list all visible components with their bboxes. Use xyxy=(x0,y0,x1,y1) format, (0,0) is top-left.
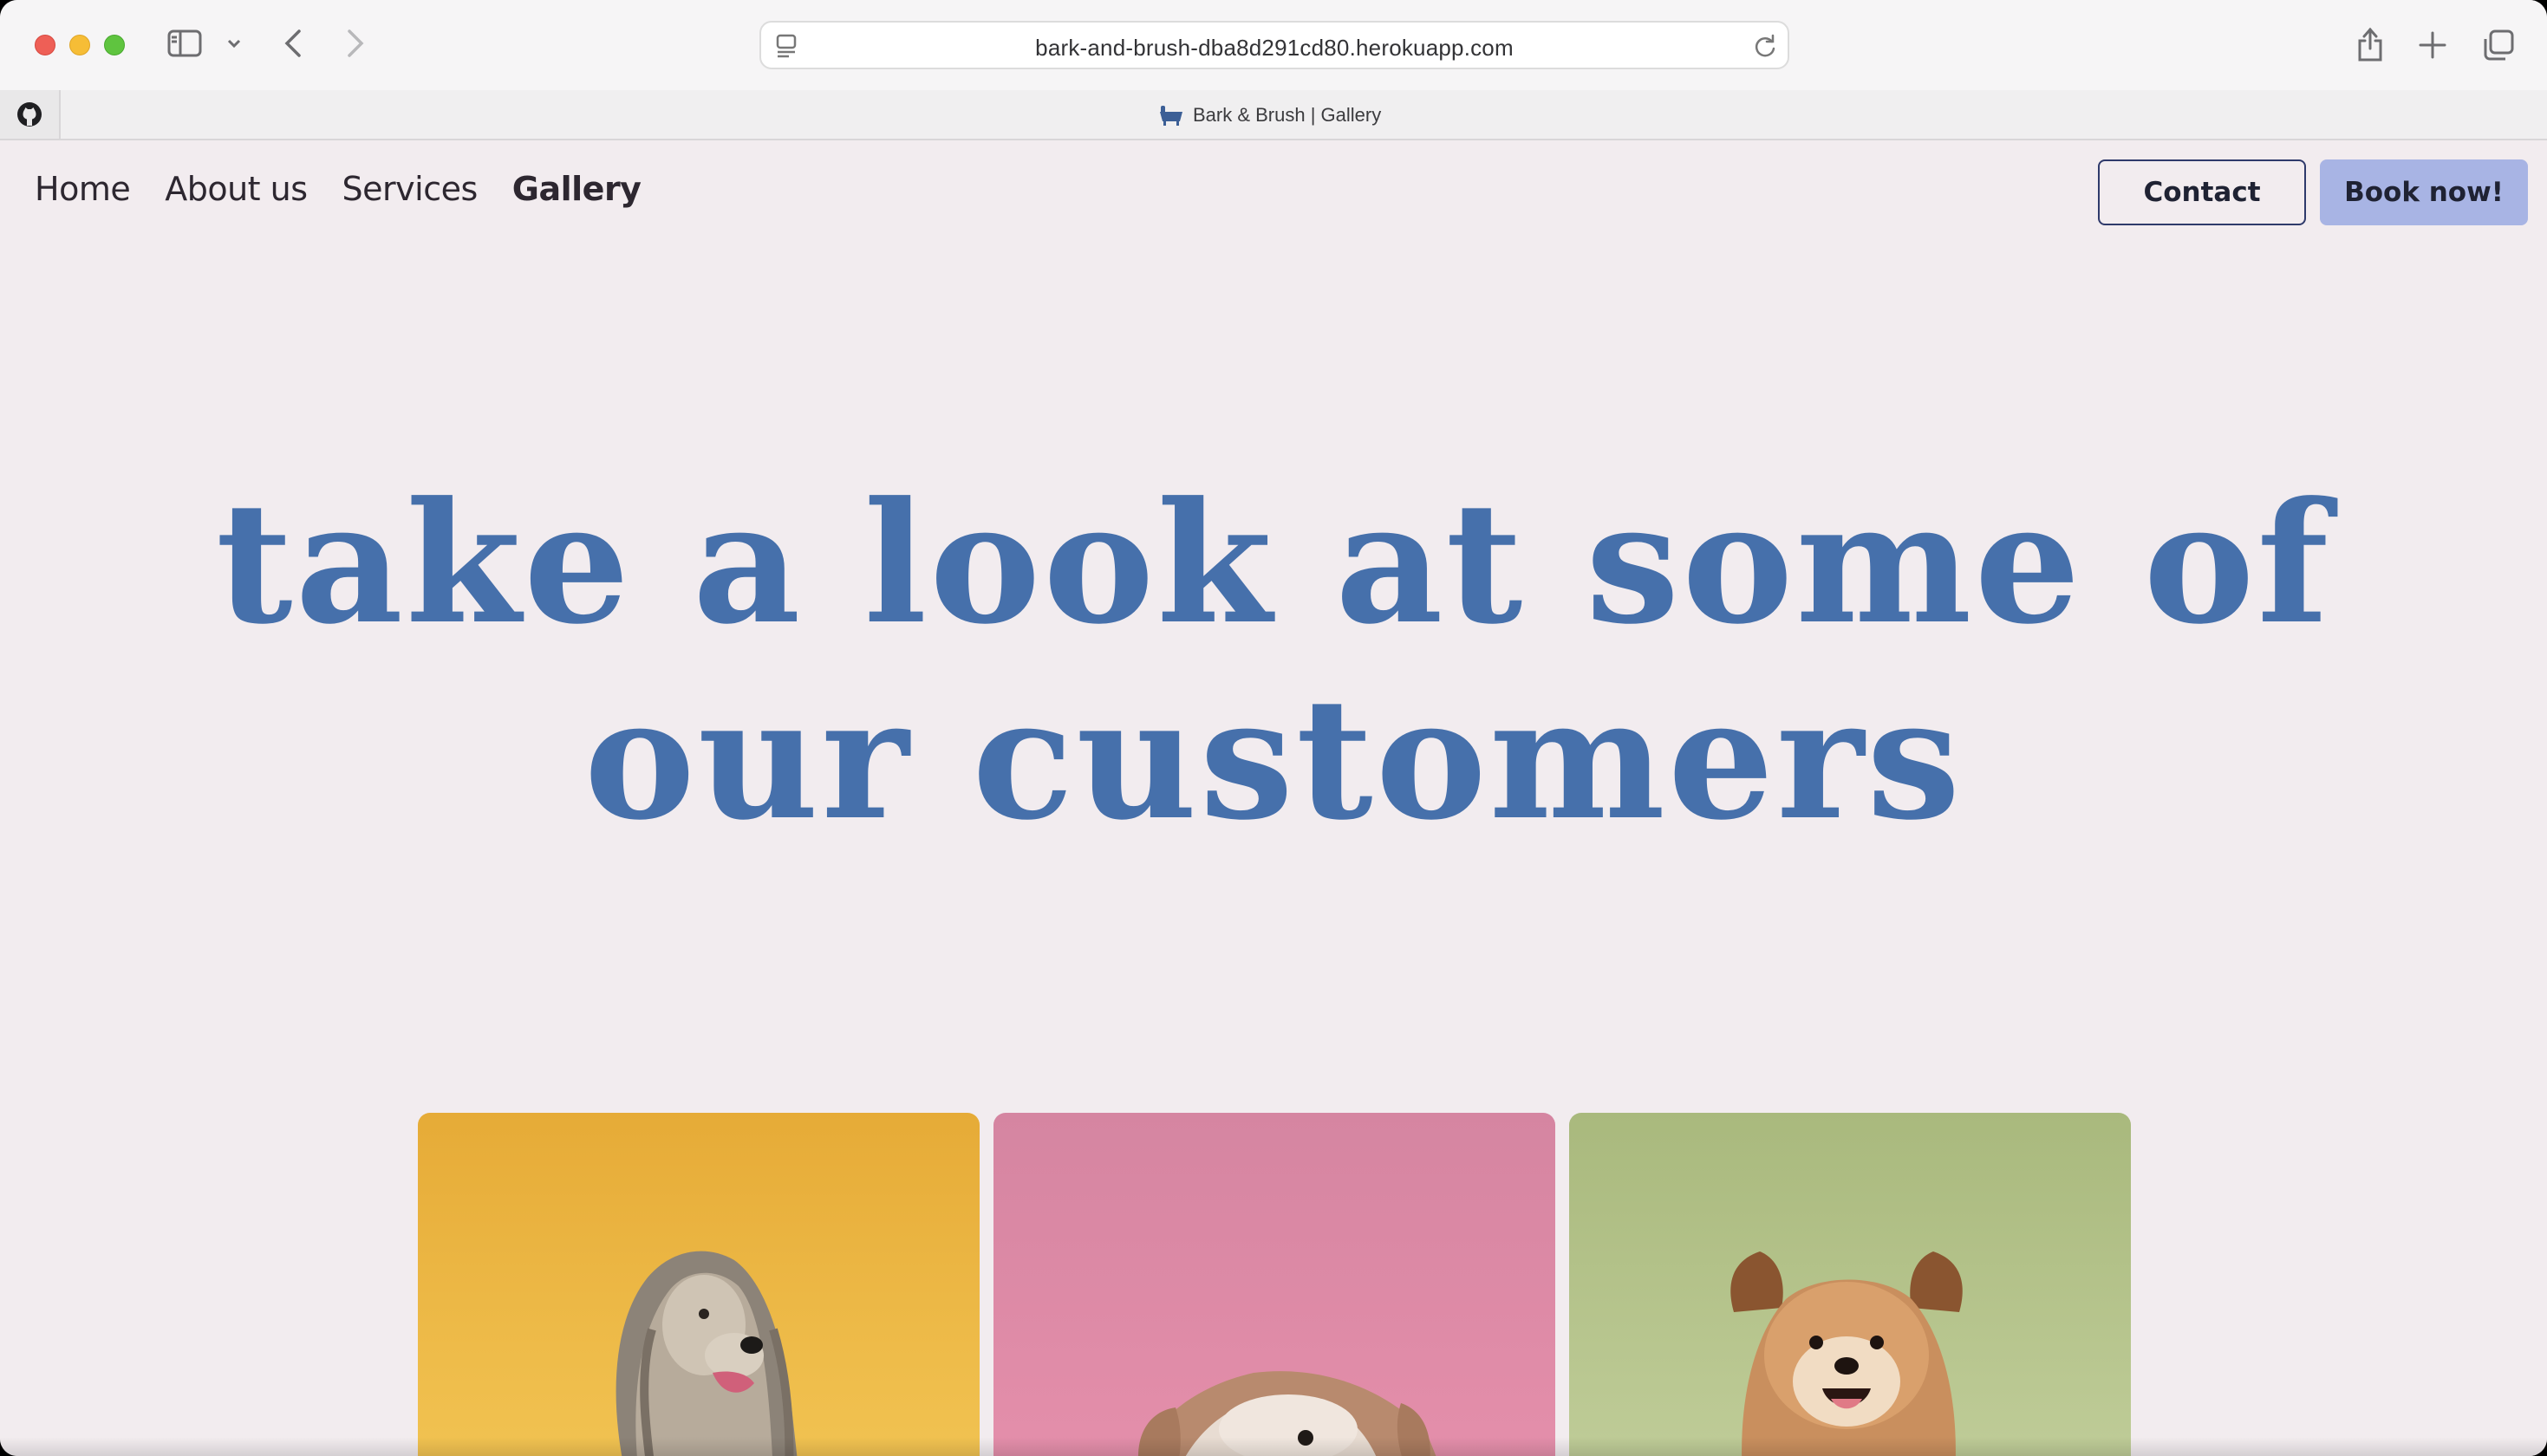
bottom-shadow xyxy=(0,1437,2547,1456)
afghan-hound-photo xyxy=(616,1251,798,1456)
forward-arrow-icon[interactable] xyxy=(338,26,373,61)
hero-line-2: our customers xyxy=(583,662,1964,857)
nav-gallery[interactable]: Gallery xyxy=(512,170,642,208)
pomeranian-mix-photo xyxy=(1730,1251,1963,1456)
bathtub-favicon-icon xyxy=(1160,106,1182,126)
main-nav: Home About us Services Gallery xyxy=(35,170,642,208)
browser-toolbar: bark-and-brush-dba8d291cd80.herokuapp.co… xyxy=(0,0,2547,90)
browser-window: bark-and-brush-dba8d291cd80.herokuapp.co… xyxy=(0,0,2547,1456)
customer-gallery xyxy=(418,1113,2131,1456)
page-content: Home About us Services Gallery Contact B… xyxy=(0,140,2547,1456)
address-bar[interactable]: bark-and-brush-dba8d291cd80.herokuapp.co… xyxy=(759,21,1789,69)
sidebar-toggle-icon[interactable] xyxy=(166,29,203,58)
minimize-window-button[interactable] xyxy=(69,35,90,55)
tab-strip: Bark & Brush | Gallery xyxy=(0,90,2547,140)
hero-line-1: take a look at some of xyxy=(215,466,2332,661)
tab-overview-icon[interactable] xyxy=(2479,26,2518,64)
nav-home[interactable]: Home xyxy=(35,170,131,208)
gallery-card-fluffy-dog[interactable] xyxy=(993,1113,1555,1456)
reload-icon[interactable] xyxy=(1751,33,1779,61)
back-arrow-icon[interactable] xyxy=(276,26,310,61)
pinned-tab-github[interactable] xyxy=(0,90,61,139)
chevron-down-icon[interactable] xyxy=(224,31,244,55)
contact-button[interactable]: Contact xyxy=(2098,159,2306,225)
fluffy-dog-photo xyxy=(1138,1371,1436,1456)
gallery-card-afghan-hound[interactable] xyxy=(418,1113,980,1456)
nav-services[interactable]: Services xyxy=(342,170,479,208)
hero-heading: take a look at some of our customers xyxy=(0,466,2547,858)
active-tab[interactable]: Bark & Brush | Gallery xyxy=(1158,102,1381,128)
close-window-button[interactable] xyxy=(35,35,55,55)
new-tab-icon[interactable] xyxy=(2413,26,2452,64)
share-icon[interactable] xyxy=(2351,24,2389,64)
url-text: bark-and-brush-dba8d291cd80.herokuapp.co… xyxy=(1035,35,1514,61)
tab-title: Bark & Brush | Gallery xyxy=(1193,104,1382,126)
zoom-window-button[interactable] xyxy=(104,35,125,55)
book-now-button[interactable]: Book now! xyxy=(2320,159,2528,225)
nav-about-us[interactable]: About us xyxy=(165,170,308,208)
github-icon xyxy=(17,102,42,127)
gallery-card-pomeranian-mix[interactable] xyxy=(1569,1113,2131,1456)
